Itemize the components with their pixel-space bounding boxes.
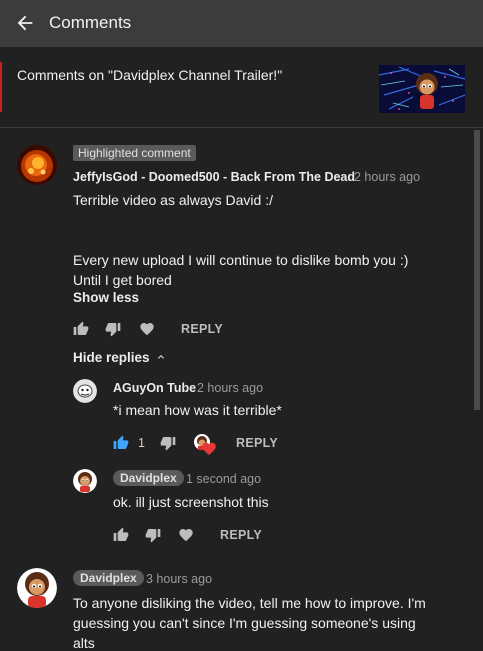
arrow-left-icon[interactable] bbox=[14, 12, 36, 34]
heart-icon bbox=[194, 434, 216, 455]
chevron-up-icon bbox=[158, 355, 165, 359]
scrollbar[interactable] bbox=[474, 130, 480, 410]
avatar[interactable] bbox=[73, 379, 97, 403]
reply-button[interactable]: REPLY bbox=[181, 322, 223, 336]
show-less-button[interactable]: Show less bbox=[73, 290, 139, 305]
heart-icon[interactable] bbox=[178, 527, 194, 543]
comment-author[interactable]: JeffyIsGod - Doomed500 - Back From The D… bbox=[73, 170, 355, 184]
like-count: 1 bbox=[138, 436, 145, 450]
reply-time[interactable]: 2 hours ago bbox=[197, 381, 263, 395]
thumbs-down-icon[interactable] bbox=[105, 321, 121, 337]
hide-replies-label: Hide replies bbox=[73, 350, 150, 365]
page-title: Comments bbox=[49, 13, 132, 32]
comment-text-line: Terrible video as always David :/ bbox=[73, 192, 273, 208]
comment-text-line: Every new upload I will continue to disl… bbox=[73, 252, 409, 268]
highlighted-badge: Highlighted comment bbox=[73, 145, 196, 161]
video-header: Comments on "Davidplex Channel Trailer!" bbox=[0, 46, 483, 128]
comment-time[interactable]: 2 hours ago bbox=[354, 170, 420, 184]
thumbs-up-icon[interactable] bbox=[113, 527, 129, 543]
thumbs-up-icon[interactable] bbox=[73, 321, 89, 337]
reply-button[interactable]: REPLY bbox=[236, 436, 278, 450]
creator-author-badge[interactable]: Davidplex bbox=[113, 470, 184, 486]
thumbs-down-icon[interactable] bbox=[160, 435, 176, 451]
avatar[interactable] bbox=[73, 469, 97, 493]
avatar[interactable] bbox=[17, 568, 57, 608]
comment-text-line: alts bbox=[73, 635, 95, 651]
reply-text: *i mean how was it terrible* bbox=[113, 402, 282, 418]
avatar[interactable] bbox=[17, 145, 57, 185]
video-comments-title: Comments on "Davidplex Channel Trailer!" bbox=[17, 67, 283, 83]
heart-icon[interactable] bbox=[139, 321, 155, 337]
reply-author[interactable]: AGuyOn Tube bbox=[113, 381, 196, 395]
reply-text: ok. ill just screenshot this bbox=[113, 494, 269, 510]
creator-author-badge[interactable]: Davidplex bbox=[73, 570, 144, 586]
reply-button[interactable]: REPLY bbox=[220, 528, 262, 542]
video-thumbnail[interactable] bbox=[379, 65, 465, 113]
reply-time[interactable]: 1 second ago bbox=[186, 472, 261, 486]
thumbs-down-icon[interactable] bbox=[145, 527, 161, 543]
comment-text-line: To anyone disliking the video, tell me h… bbox=[73, 595, 426, 611]
creator-heart[interactable] bbox=[194, 434, 216, 455]
top-bar: Comments bbox=[0, 0, 483, 46]
comment-time[interactable]: 3 hours ago bbox=[146, 572, 212, 586]
comment-text-line: Until I get bored bbox=[73, 272, 172, 288]
hide-replies-button[interactable]: Hide replies bbox=[73, 350, 167, 365]
comment-text-line: guessing you can't since I'm guessing so… bbox=[73, 615, 416, 631]
accent-bar bbox=[0, 62, 2, 112]
thumbs-up-icon[interactable] bbox=[113, 435, 129, 451]
